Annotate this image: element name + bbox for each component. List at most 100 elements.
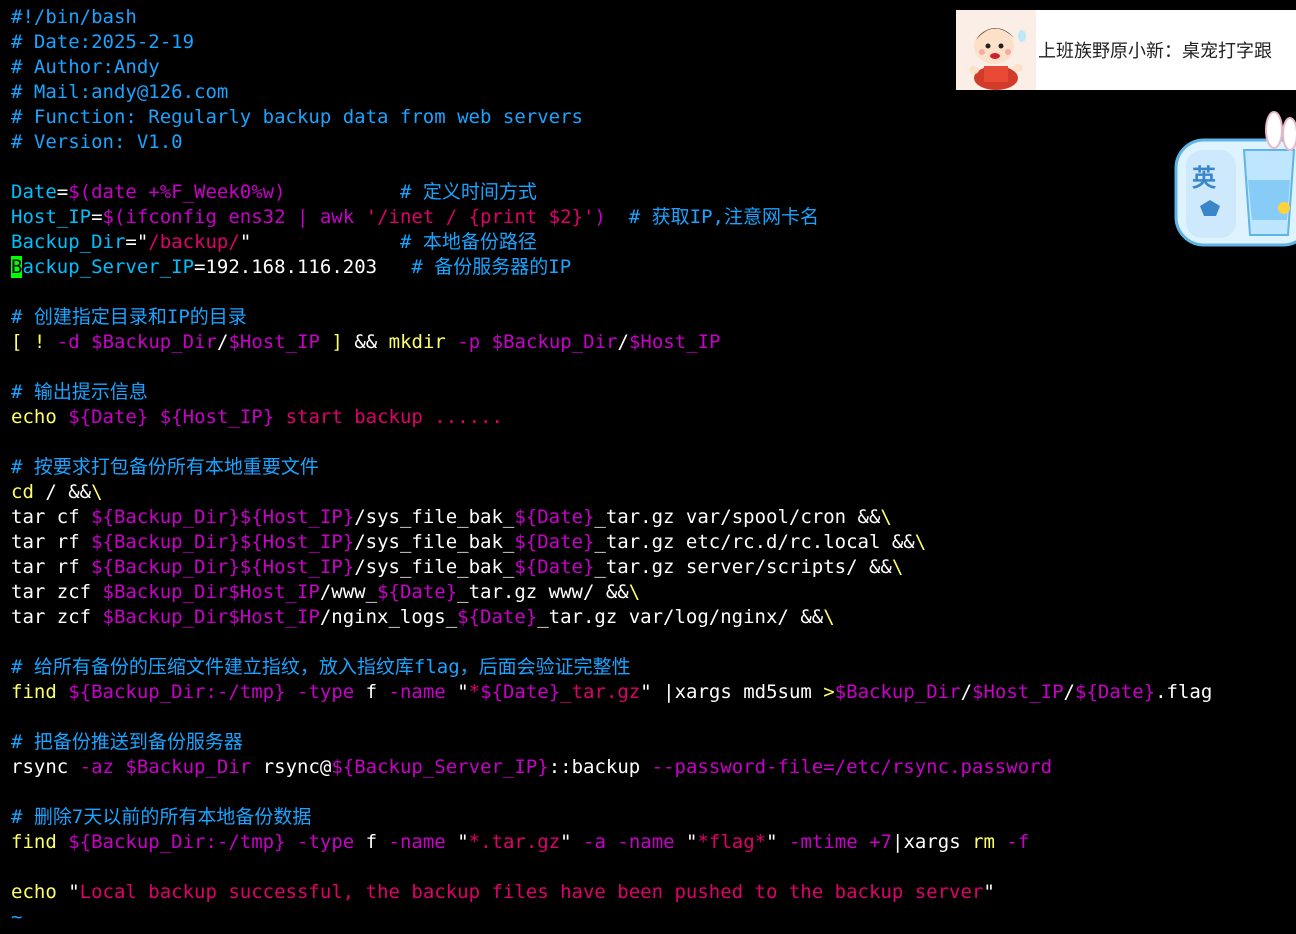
code-token: = xyxy=(91,206,103,228)
code-token: *.tar.gz xyxy=(468,831,561,853)
code-line[interactable]: # Function: Regularly backup data from w… xyxy=(11,105,1296,130)
code-token: \ xyxy=(880,506,892,528)
code-token: ${Backup_Server_IP} xyxy=(331,756,549,778)
pet-badge: 英 xyxy=(1192,164,1216,192)
code-line[interactable]: find ${Backup_Dir:-/tmp} -type f -name "… xyxy=(11,680,1296,705)
code-line[interactable]: cd / &&\ xyxy=(11,480,1296,505)
empty-line[interactable] xyxy=(11,630,1296,655)
code-token: " xyxy=(674,831,698,853)
code-editor[interactable]: #!/bin/bash # Date:2025-2-19 # Author:Andy… xyxy=(11,5,1296,930)
code-line[interactable]: Host_IP=$(ifconfig ens32 | awk '/inet / … xyxy=(11,205,1296,230)
code-token: /sys_file_bak_ xyxy=(354,531,515,553)
code-token: rsync xyxy=(11,756,80,778)
code-token: --password-file=/etc/rsync.password xyxy=(651,756,1053,778)
code-token: find xyxy=(11,831,57,853)
code-token: " xyxy=(445,831,469,853)
code-line[interactable]: echo ${Date} ${Host_IP} start backup ...… xyxy=(11,405,1296,430)
code-line[interactable]: Backup_Dir="/backup/" # 本地备份路径 xyxy=(11,230,1296,255)
code-line[interactable]: find ${Backup_Dir:-/tmp} -type f -name "… xyxy=(11,830,1296,855)
code-line[interactable]: # 输出提示信息 xyxy=(11,380,1296,405)
code-line[interactable]: tar cf ${Backup_Dir}${Host_IP}/sys_file_… xyxy=(11,505,1296,530)
code-token: " xyxy=(239,231,252,253)
code-line[interactable]: # 删除7天以前的所有本地备份数据 xyxy=(11,805,1296,830)
empty-line[interactable] xyxy=(11,280,1296,305)
code-line[interactable]: # 把备份推送到备份服务器 xyxy=(11,730,1296,755)
code-token: [ xyxy=(11,331,23,353)
code-token: " xyxy=(445,681,469,703)
code-line[interactable]: tar rf ${Backup_Dir}${Host_IP}/sys_file_… xyxy=(11,555,1296,580)
code-token: ! xyxy=(33,331,46,353)
code-token: /sys_file_bak_ xyxy=(354,556,515,578)
code-line[interactable]: tar rf ${Backup_Dir}${Host_IP}/sys_file_… xyxy=(11,530,1296,555)
code-token: ::backup xyxy=(548,756,652,778)
code-line[interactable]: [ ! -d $Backup_Dir/$Host_IP ] && mkdir -… xyxy=(11,330,1296,355)
code-token: ${Backup_Dir}${Host_IP} xyxy=(91,556,355,578)
code-token: cd xyxy=(11,481,34,503)
empty-line[interactable] xyxy=(11,155,1296,180)
code-line[interactable]: echo "Local backup successful, the backu… xyxy=(11,880,1296,905)
code-token: / xyxy=(217,331,229,353)
code-line[interactable]: Date=$(date +%F_Week0%w) # 定义时间方式 xyxy=(11,180,1296,205)
empty-line[interactable] xyxy=(11,355,1296,380)
empty-line[interactable] xyxy=(11,430,1296,455)
code-token: ${Date} xyxy=(68,406,149,428)
empty-line[interactable] xyxy=(11,780,1296,805)
code-token: " xyxy=(136,231,149,253)
code-token: # 定义时间方式 xyxy=(399,181,537,203)
code-token: $(ifconfig ens32 | awk xyxy=(102,206,366,228)
code-token: ] xyxy=(331,331,343,353)
code-token: && xyxy=(342,331,389,353)
code-token: _tar.gz var/spool/cron && xyxy=(594,506,881,528)
code-token: / && xyxy=(33,481,92,503)
code-token: " xyxy=(56,881,80,903)
code-token: -name xyxy=(388,831,446,853)
code-token: " xyxy=(983,881,995,903)
code-line[interactable]: ~ xyxy=(11,905,1296,930)
code-line[interactable]: Backup_Server_IP=192.168.116.203 # 备份服务器… xyxy=(11,255,1296,280)
code-token: *flag* xyxy=(697,831,767,853)
code-token: $Backup_Dir xyxy=(91,331,217,353)
code-line[interactable]: # 给所有备份的压缩文件建立指纹，放入指纹库flag，后面会验证完整性 xyxy=(11,655,1296,680)
code-token: Date xyxy=(11,181,57,203)
code-token: -az xyxy=(79,756,114,778)
code-line[interactable]: # 创建指定目录和IP的目录 xyxy=(11,305,1296,330)
code-token: # Author:Andy xyxy=(11,56,160,78)
empty-line[interactable] xyxy=(11,705,1296,730)
code-token: /www_ xyxy=(319,581,378,603)
code-token: find xyxy=(11,681,57,703)
empty-line[interactable] xyxy=(11,855,1296,880)
code-token: ${Date} xyxy=(377,581,458,603)
code-token: ${Backup_Dir:-/tmp} xyxy=(68,681,286,703)
code-token: # 备份服务器的IP xyxy=(411,256,572,278)
code-token: # 本地备份路径 xyxy=(399,231,537,253)
code-token: -f xyxy=(1006,831,1030,853)
code-token: \ xyxy=(628,581,641,603)
code-line[interactable]: tar zcf $Backup_Dir$Host_IP/www_${Date}_… xyxy=(11,580,1296,605)
code-line[interactable]: # 按要求打包备份所有本地重要文件 xyxy=(11,455,1296,480)
code-token: -d xyxy=(56,331,80,353)
code-token: ${Backup_Dir:-/tmp} xyxy=(68,831,286,853)
code-token: * xyxy=(468,681,481,703)
code-token: tar zcf xyxy=(11,581,103,603)
code-line[interactable]: rsync -az $Backup_Dir rsync@${Backup_Ser… xyxy=(11,755,1296,780)
code-token: ${Date} xyxy=(514,506,595,528)
desktop-pet-cup-icon[interactable]: 英 xyxy=(1174,110,1296,250)
code-token: -mtime xyxy=(789,831,858,853)
typing-pet-banner[interactable]: 上班族野原小新：桌宠打字跟 xyxy=(956,10,1296,90)
code-line[interactable]: # Version: V1.0 xyxy=(11,130,1296,155)
code-token: / xyxy=(617,331,629,353)
code-token: $Host_IP xyxy=(228,331,320,353)
code-line[interactable]: tar zcf $Backup_Dir$Host_IP/nginx_logs_$… xyxy=(11,605,1296,630)
code-token: =192.168.116.203 xyxy=(194,256,378,278)
code-token: $Host_IP xyxy=(628,331,721,353)
